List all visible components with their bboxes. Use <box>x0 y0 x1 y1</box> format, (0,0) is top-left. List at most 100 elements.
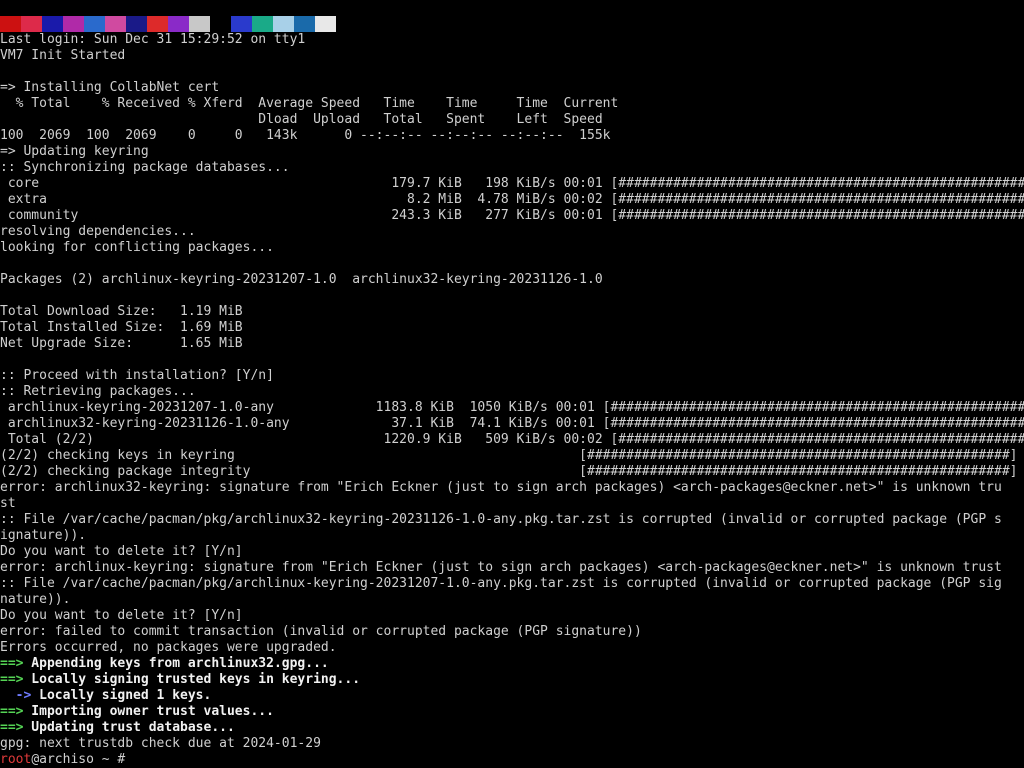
banner-block <box>168 16 189 32</box>
terminal-line: % Total % Received % Xferd Average Speed… <box>0 96 1024 112</box>
terminal-text: 100 2069 100 2069 0 0 143k 0 --:--:-- --… <box>0 128 611 143</box>
terminal-text: gpg: next trustdb check due at 2024-01-2… <box>0 736 321 751</box>
terminal-text: VM7 Init Started <box>0 48 126 63</box>
terminal-text: :: Synchronizing package databases... <box>0 160 290 175</box>
banner-block <box>273 16 294 32</box>
terminal-text: :: Retrieving packages... <box>0 384 196 399</box>
banner-block <box>315 16 336 32</box>
terminal-line: (2/2) checking package integrity [######… <box>0 464 1024 480</box>
terminal-line: resolving dependencies... <box>0 224 1024 240</box>
terminal-text: Total Download Size: 1.19 MiB <box>0 304 243 319</box>
terminal-line: :: Proceed with installation? [Y/n] <box>0 368 1024 384</box>
terminal-text: archlinux32-keyring-20231126-1.0-any 37.… <box>0 416 1024 431</box>
terminal-text: nature)). <box>0 592 71 607</box>
terminal-text: extra 8.2 MiB 4.78 MiB/s 00:02 [########… <box>0 192 1024 207</box>
terminal-line: => Installing CollabNet cert <box>0 80 1024 96</box>
terminal-line: VM7 Init Started <box>0 48 1024 64</box>
terminal-line: Total Download Size: 1.19 MiB <box>0 304 1024 320</box>
terminal-line: core 179.7 KiB 198 KiB/s 00:01 [########… <box>0 176 1024 192</box>
terminal-text: archlinux-keyring-20231207-1.0-any 1183.… <box>0 400 1024 415</box>
terminal-line: Errors occurred, no packages were upgrad… <box>0 640 1024 656</box>
banner-block <box>42 16 63 32</box>
terminal-line: error: failed to commit transaction (inv… <box>0 624 1024 640</box>
terminal-line: Packages (2) archlinux-keyring-20231207-… <box>0 272 1024 288</box>
terminal-text: Updating trust database... <box>23 720 235 735</box>
banner-block <box>189 16 210 32</box>
terminal-line: community 243.3 KiB 277 KiB/s 00:01 [###… <box>0 208 1024 224</box>
terminal-text: Importing owner trust values... <box>23 704 274 719</box>
terminal-text: error: archlinux-keyring: signature from… <box>0 560 1002 575</box>
terminal-text: error: failed to commit transaction (inv… <box>0 624 642 639</box>
terminal-window[interactable]: Last login: Sun Dec 31 15:29:52 on tty1 V… <box>0 0 1024 768</box>
terminal-line: :: File /var/cache/pacman/pkg/archlinux3… <box>0 512 1024 528</box>
terminal-line: :: Synchronizing package databases... <box>0 160 1024 176</box>
terminal-text: Total Installed Size: 1.69 MiB <box>0 320 243 335</box>
terminal-line: error: archlinux32-keyring: signature fr… <box>0 480 1024 496</box>
terminal-text: (2/2) checking package integrity [######… <box>0 464 1024 479</box>
terminal-line: ==> Locally signing trusted keys in keyr… <box>0 672 1024 688</box>
terminal-text: core 179.7 KiB 198 KiB/s 00:01 [########… <box>0 176 1024 191</box>
terminal-line: error: archlinux-keyring: signature from… <box>0 560 1024 576</box>
terminal-text: @archiso ~ # <box>31 752 126 767</box>
terminal-line: :: Retrieving packages... <box>0 384 1024 400</box>
boot-color-banner <box>0 16 336 32</box>
terminal-text: % Total % Received % Xferd Average Speed… <box>0 96 619 111</box>
terminal-line: -> Locally signed 1 keys. <box>0 688 1024 704</box>
terminal-text: Do you want to delete it? [Y/n] <box>0 608 243 623</box>
banner-block <box>294 16 315 32</box>
terminal-line: Do you want to delete it? [Y/n] <box>0 544 1024 560</box>
terminal-text: Total (2/2) 1220.9 KiB 509 KiB/s 00:02 [… <box>0 432 1024 447</box>
terminal-text: :: Proceed with installation? [Y/n] <box>0 368 274 383</box>
terminal-line: ==> Appending keys from archlinux32.gpg.… <box>0 656 1024 672</box>
terminal-text: Net Upgrade Size: 1.65 MiB <box>0 336 243 351</box>
terminal-text: ==> <box>0 672 24 687</box>
terminal-text: (2/2) checking keys in keyring [########… <box>0 448 1024 463</box>
terminal-text: error: archlinux32-keyring: signature fr… <box>0 480 1002 495</box>
terminal-text: Last login: Sun Dec 31 15:29:52 on tty1 <box>0 32 306 47</box>
terminal-line: (2/2) checking keys in keyring [########… <box>0 448 1024 464</box>
terminal-text: :: File /var/cache/pacman/pkg/archlinux-… <box>0 576 1002 591</box>
banner-block <box>210 16 231 32</box>
terminal-text: => Updating keyring <box>0 144 149 159</box>
terminal-text: => Installing CollabNet cert <box>0 80 220 95</box>
terminal-text: Do you want to delete it? [Y/n] <box>0 544 243 559</box>
banner-block <box>0 16 21 32</box>
terminal-text: st <box>0 496 16 511</box>
terminal-text: community 243.3 KiB 277 KiB/s 00:01 [###… <box>0 208 1024 223</box>
terminal-text: ==> <box>0 656 24 671</box>
terminal-line: archlinux32-keyring-20231126-1.0-any 37.… <box>0 416 1024 432</box>
terminal-line: Total Installed Size: 1.69 MiB <box>0 320 1024 336</box>
terminal-text: -> <box>0 688 32 703</box>
terminal-line: ==> Importing owner trust values... <box>0 704 1024 720</box>
terminal-line: Do you want to delete it? [Y/n] <box>0 608 1024 624</box>
terminal-line: Net Upgrade Size: 1.65 MiB <box>0 336 1024 352</box>
terminal-text: resolving dependencies... <box>0 224 196 239</box>
terminal-line: Last login: Sun Dec 31 15:29:52 on tty1 <box>0 32 1024 48</box>
terminal-text: Locally signing trusted keys in keyring.… <box>23 672 361 687</box>
terminal-text: :: File /var/cache/pacman/pkg/archlinux3… <box>0 512 1002 527</box>
banner-block <box>126 16 147 32</box>
terminal-output: Last login: Sun Dec 31 15:29:52 on tty1 V… <box>0 32 1024 768</box>
terminal-line: Total (2/2) 1220.9 KiB 509 KiB/s 00:02 [… <box>0 432 1024 448</box>
terminal-line: archlinux-keyring-20231207-1.0-any 1183.… <box>0 400 1024 416</box>
terminal-line: looking for conflicting packages... <box>0 240 1024 256</box>
banner-block <box>63 16 84 32</box>
banner-block <box>252 16 273 32</box>
banner-block <box>84 16 105 32</box>
terminal-text: ==> <box>0 704 24 719</box>
terminal-line: ==> Updating trust database... <box>0 720 1024 736</box>
banner-block <box>147 16 168 32</box>
terminal-text: Packages (2) archlinux-keyring-20231207-… <box>0 272 603 287</box>
terminal-line: => Updating keyring <box>0 144 1024 160</box>
banner-block <box>105 16 126 32</box>
terminal-line: Dload Upload Total Spent Left Speed <box>0 112 1024 128</box>
terminal-line: root@archiso ~ # <box>0 752 1024 768</box>
terminal-line: nature)). <box>0 592 1024 608</box>
terminal-text: Errors occurred, no packages were upgrad… <box>0 640 337 655</box>
terminal-text: root <box>0 752 32 767</box>
terminal-line: 100 2069 100 2069 0 0 143k 0 --:--:-- --… <box>0 128 1024 144</box>
